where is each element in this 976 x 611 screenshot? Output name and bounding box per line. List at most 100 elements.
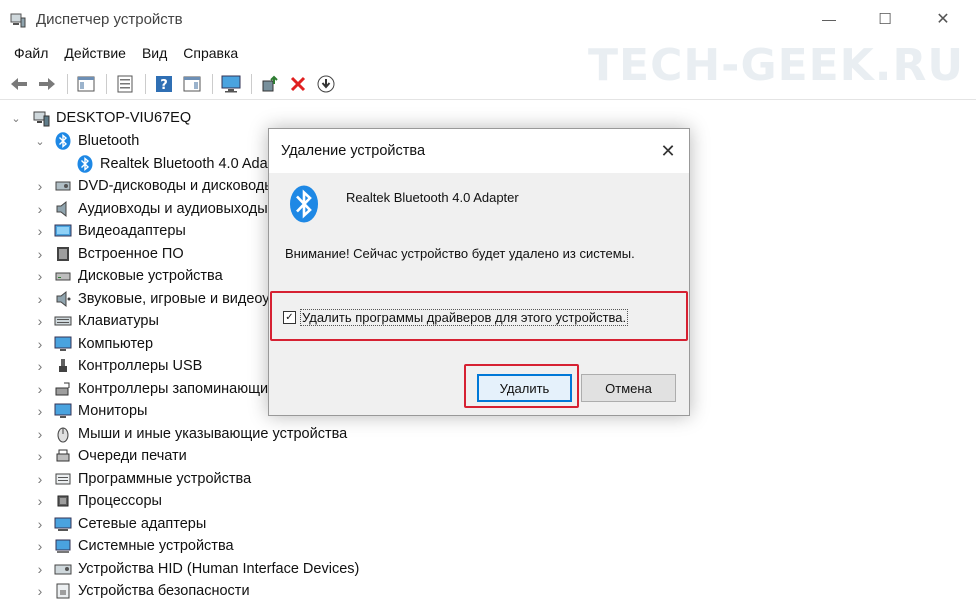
menu-file[interactable]: Файл xyxy=(6,45,56,61)
tree-category-label: Программные устройства xyxy=(78,470,252,487)
chevron-right-icon[interactable]: › xyxy=(34,336,46,352)
update-driver-button[interactable] xyxy=(257,72,283,96)
display-adapter-icon xyxy=(54,222,72,240)
chevron-right-icon[interactable]: › xyxy=(34,358,46,374)
tree-device-label: Realtek Bluetooth 4.0 Adapter xyxy=(100,156,293,172)
chevron-right-icon[interactable]: › xyxy=(34,516,46,532)
tree-category[interactable]: › Клавиатуры xyxy=(34,310,159,332)
chevron-right-icon[interactable]: › xyxy=(34,538,46,554)
device-manager-icon xyxy=(10,12,26,28)
toolbar-separator xyxy=(67,73,68,94)
tree-category-label: Сетевые адаптеры xyxy=(78,515,207,532)
tree-category-label: Bluetooth xyxy=(78,133,140,149)
bluetooth-icon xyxy=(76,155,94,173)
sound-device-icon xyxy=(54,290,72,308)
help-icon: ? xyxy=(156,75,172,93)
tree-category[interactable]: › Устройства безопасности xyxy=(34,580,250,602)
tree-category-label: Дисковые устройства xyxy=(78,268,223,284)
chevron-right-icon[interactable]: › xyxy=(34,403,46,419)
chevron-right-icon[interactable]: › xyxy=(34,313,46,329)
scan-hardware-button[interactable] xyxy=(218,72,244,96)
menu-help[interactable]: Справка xyxy=(175,45,246,61)
toolbar-separator xyxy=(145,73,146,94)
menu-view[interactable]: Вид xyxy=(134,45,175,61)
chevron-down-icon[interactable]: ⌄ xyxy=(10,112,22,125)
chevron-right-icon[interactable]: › xyxy=(34,291,46,307)
back-button[interactable] xyxy=(6,72,32,96)
tree-category[interactable]: › Сетевые адаптеры xyxy=(34,513,207,535)
tree-category-label: Мониторы xyxy=(78,403,148,419)
update-driver-icon xyxy=(262,75,278,91)
toolbar-separator xyxy=(251,73,252,94)
firmware-icon xyxy=(54,245,72,263)
tree-category[interactable]: › Видеоадаптеры xyxy=(34,220,186,242)
tree-category[interactable]: › Очереди печати xyxy=(34,445,187,467)
chevron-right-icon[interactable]: › xyxy=(34,201,46,217)
tree-category-label: Встроенное ПО xyxy=(78,245,184,262)
keyboard-icon xyxy=(54,312,72,330)
tree-category-label: Аудиовходы и аудиовыходы xyxy=(78,200,268,217)
chevron-right-icon[interactable]: › xyxy=(34,493,46,509)
show-hide-tree-button[interactable] xyxy=(73,72,99,96)
minimize-icon: — xyxy=(822,11,836,27)
storage-controller-icon xyxy=(54,380,72,398)
tree-category[interactable]: › Программные устройства xyxy=(34,468,251,490)
tree-category-label: Видеоадаптеры xyxy=(78,223,186,239)
chevron-right-icon[interactable]: › xyxy=(34,448,46,464)
chevron-right-icon[interactable]: › xyxy=(34,246,46,262)
properties-icon xyxy=(117,75,133,92)
chevron-right-icon[interactable]: › xyxy=(34,561,46,577)
toolbar: ? xyxy=(0,68,976,100)
bluetooth-icon xyxy=(289,185,319,223)
system-device-icon xyxy=(54,537,72,555)
tree-category[interactable]: › Контроллеры USB xyxy=(34,355,203,377)
uninstall-device-button[interactable] xyxy=(285,72,311,96)
tree-category[interactable]: › Мыши и иные указывающие устройства xyxy=(34,423,347,445)
window-title: Диспетчер устройств xyxy=(36,11,183,28)
monitor-icon xyxy=(221,75,241,92)
toolbar-separator xyxy=(106,73,107,94)
forward-button[interactable] xyxy=(34,72,60,96)
chevron-down-icon[interactable]: ⌄ xyxy=(34,135,46,148)
network-adapter-icon xyxy=(54,515,72,533)
close-button[interactable]: ✕ xyxy=(920,0,966,38)
chevron-right-icon[interactable]: › xyxy=(34,178,46,194)
tree-category[interactable]: › Аудиовходы и аудиовыходы xyxy=(34,198,268,220)
chevron-right-icon[interactable]: › xyxy=(34,583,46,599)
disable-device-icon xyxy=(317,75,335,92)
hid-icon xyxy=(54,560,72,578)
maximize-icon: ☐ xyxy=(878,11,892,28)
highlight-checkbox-box xyxy=(270,291,688,341)
menu-action[interactable]: Действие xyxy=(56,45,134,61)
tree-category[interactable]: › Мониторы xyxy=(34,400,148,422)
chevron-right-icon[interactable]: › xyxy=(34,381,46,397)
close-icon: ✕ xyxy=(660,140,676,161)
security-device-icon xyxy=(54,582,72,600)
back-arrow-icon xyxy=(11,77,27,90)
action-pane-button[interactable] xyxy=(179,72,205,96)
properties-button[interactable] xyxy=(112,72,138,96)
tree-category[interactable]: › Устройства HID (Human Interface Devices… xyxy=(34,558,360,580)
tree-device-realtek-bluetooth[interactable]: Realtek Bluetooth 4.0 Adapter xyxy=(72,153,293,175)
highlight-delete-button-box xyxy=(464,364,579,408)
tree-category[interactable]: › Встроенное ПО xyxy=(34,243,184,265)
tree-category-label: Компьютер xyxy=(78,335,154,352)
computer-icon xyxy=(54,335,72,353)
dialog-close-button[interactable]: ✕ xyxy=(653,137,683,165)
tree-category[interactable]: › Системные устройства xyxy=(34,535,234,557)
chevron-right-icon[interactable]: › xyxy=(34,268,46,284)
minimize-button[interactable]: — xyxy=(806,0,852,38)
help-button[interactable]: ? xyxy=(151,72,177,96)
tree-category[interactable]: › Компьютер xyxy=(34,333,153,355)
tree-category[interactable]: › Дисковые устройства xyxy=(34,265,223,287)
disable-device-button[interactable] xyxy=(313,72,339,96)
tree-category-bluetooth[interactable]: ⌄ Bluetooth xyxy=(34,130,139,152)
chevron-right-icon[interactable]: › xyxy=(34,426,46,442)
tree-category-label: Процессоры xyxy=(78,493,162,509)
chevron-right-icon[interactable]: › xyxy=(34,471,46,487)
tree-root[interactable]: ⌄ DESKTOP-VIU67EQ xyxy=(10,107,191,129)
chevron-right-icon[interactable]: › xyxy=(34,223,46,239)
tree-category[interactable]: › Процессоры xyxy=(34,490,162,512)
maximize-button[interactable]: ☐ xyxy=(862,0,908,38)
cancel-button[interactable]: Отмена xyxy=(581,374,676,402)
